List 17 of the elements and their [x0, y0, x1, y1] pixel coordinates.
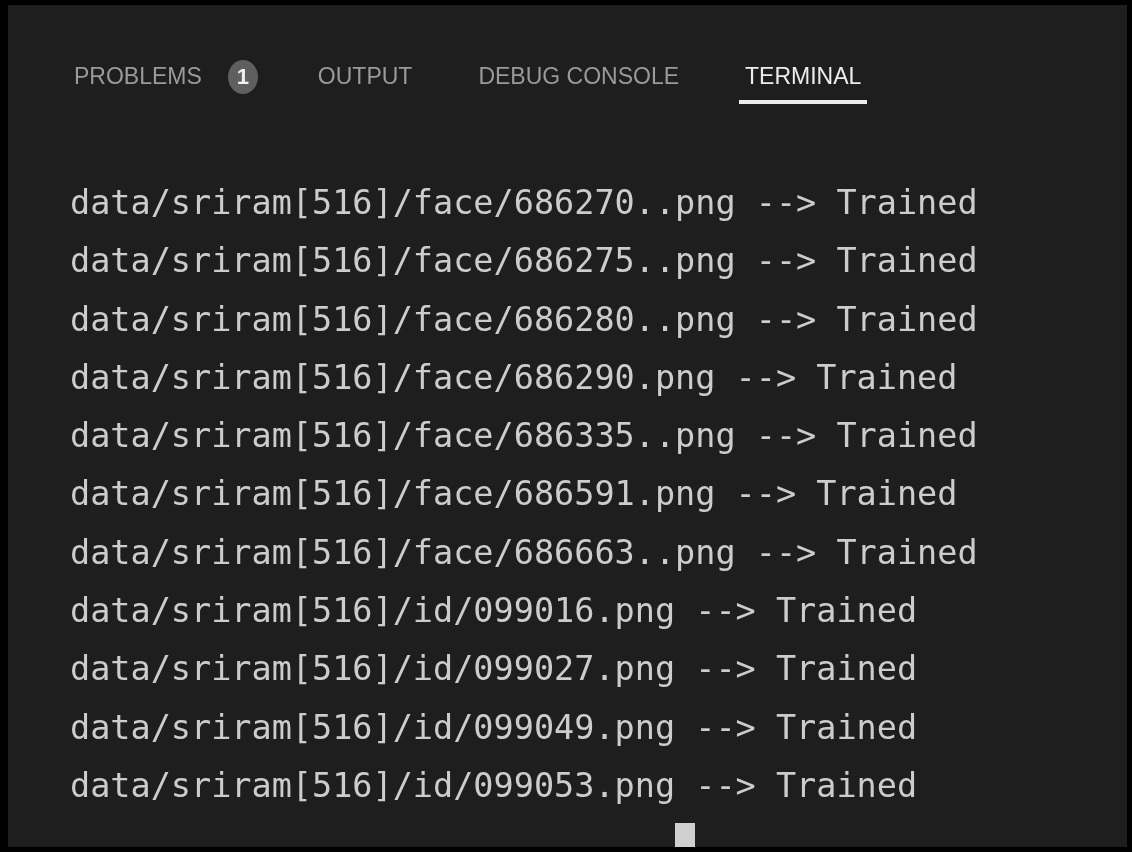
terminal-line: data/sriram[516]/face/686663..png --> Trained: [70, 531, 979, 574]
terminal-line: data/sriram[516]/face/686275..png --> Trained: [70, 240, 979, 283]
terminal-line: data/sriram[516]/face/686280..png --> Trained: [70, 298, 979, 341]
terminal-line: data/sriram[516]/face/686270..png --> Trained: [70, 182, 979, 224]
panel-tab[interactable]: PROBLEMS: [68, 53, 208, 104]
count-badge: 1: [227, 59, 258, 94]
panel-tab[interactable]: OUTPUT: [311, 53, 419, 104]
terminal-line: data/sriram[516]/face/686290.png --> Trained: [70, 356, 959, 399]
cursor-icon: [675, 823, 695, 847]
terminal-line: data/sriram[516]/id/099027.png --> Trained: [70, 648, 919, 691]
terminal-line: data/sriram[516]/id/099049.png --> Trained: [70, 706, 919, 749]
terminal-line: data/sriram[516]/id/099053.png --> Trained: [70, 764, 919, 807]
panel-tab[interactable]: TERMINAL: [739, 53, 868, 104]
terminal-line: data/sriram[516]/id/099016.png --> Trained: [70, 590, 919, 633]
terminal-line: data/sriram[516]/face/686335..png --> Trained: [70, 415, 979, 458]
terminal-line: data/sriram[516]/face/686591.png --> Trained: [70, 473, 959, 516]
panel-tab[interactable]: DEBUG CONSOLE: [472, 53, 686, 104]
